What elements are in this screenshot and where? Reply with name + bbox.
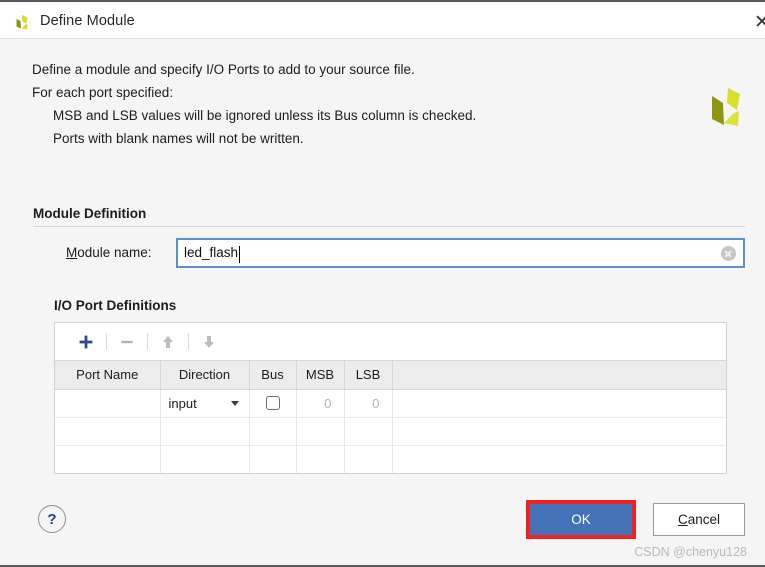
description-line-1: Define a module and specify I/O Ports to… (32, 58, 652, 81)
chevron-down-icon[interactable] (231, 401, 239, 406)
io-port-toolbar (55, 323, 726, 361)
define-module-dialog: Define Module ✕ Define a module and spec… (0, 0, 765, 567)
lsb-value: 0 (353, 390, 384, 417)
xilinx-logo-icon (12, 13, 32, 33)
cell-bus[interactable] (249, 417, 296, 445)
dialog-description: Define a module and specify I/O Ports to… (32, 58, 652, 150)
module-name-label: Module name: (66, 245, 152, 260)
cell-port-name[interactable] (55, 417, 160, 445)
cell-lsb[interactable] (344, 417, 392, 445)
help-button[interactable]: ? (38, 505, 66, 533)
bus-checkbox[interactable] (266, 396, 280, 410)
module-name-value: led_flash (184, 245, 238, 260)
io-port-definitions-header: I/O Port Definitions (54, 298, 176, 313)
column-header-msb[interactable]: MSB (296, 361, 344, 389)
cell-direction[interactable] (160, 445, 249, 473)
cell-msb[interactable]: 0 (296, 389, 344, 417)
cancel-label-rest: ancel (688, 512, 720, 527)
toolbar-separator (147, 333, 148, 350)
table-row[interactable] (55, 445, 726, 473)
cell-direction[interactable]: input (160, 389, 249, 417)
direction-value: input (169, 396, 197, 411)
column-header-lsb[interactable]: LSB (344, 361, 392, 389)
move-port-up-button[interactable] (153, 329, 183, 355)
cell-port-name[interactable] (55, 389, 160, 417)
module-definition-header: Module Definition (33, 206, 146, 221)
cell-msb[interactable] (296, 445, 344, 473)
module-name-label-mnemonic: M (66, 245, 77, 260)
cell-filler (392, 417, 726, 445)
module-definition-section: Module Definition (33, 205, 745, 227)
column-header-port-name[interactable]: Port Name (55, 361, 160, 389)
description-line-2: For each port specified: (32, 81, 652, 104)
close-icon[interactable]: ✕ (749, 10, 765, 34)
move-port-down-button[interactable] (194, 329, 224, 355)
cell-port-name[interactable] (55, 445, 160, 473)
module-name-input[interactable]: led_flash (176, 238, 745, 268)
msb-value: 0 (305, 390, 336, 417)
description-line-4: Ports with blank names will not be writt… (32, 127, 652, 150)
cell-filler (392, 389, 726, 417)
cell-filler (392, 445, 726, 473)
cell-direction[interactable] (160, 417, 249, 445)
module-name-label-rest: odule name: (77, 245, 151, 260)
dialog-title: Define Module (40, 13, 135, 29)
add-port-button[interactable] (71, 329, 101, 355)
table-row[interactable]: input 0 0 (55, 389, 726, 417)
xilinx-brand-logo-icon (698, 86, 744, 134)
toolbar-separator (106, 333, 107, 350)
column-header-filler (392, 361, 726, 389)
section-divider (33, 226, 745, 227)
clear-icon[interactable] (721, 246, 736, 261)
column-header-direction[interactable]: Direction (160, 361, 249, 389)
remove-port-button[interactable] (112, 329, 142, 355)
table-row[interactable] (55, 417, 726, 445)
io-port-table: Port Name Direction Bus MSB LSB input (55, 361, 726, 473)
io-port-table-container: Port Name Direction Bus MSB LSB input (54, 322, 727, 474)
dialog-titlebar: Define Module ✕ (0, 0, 765, 39)
description-line-3: MSB and LSB values will be ignored unles… (32, 104, 652, 127)
module-name-row: Module name: led_flash (33, 238, 745, 270)
cell-bus[interactable] (249, 445, 296, 473)
watermark-text: CSDN @chenyu128 (634, 545, 747, 559)
cell-msb[interactable] (296, 417, 344, 445)
cell-lsb[interactable] (344, 445, 392, 473)
ok-button[interactable]: OK (530, 504, 632, 535)
cell-lsb[interactable]: 0 (344, 389, 392, 417)
text-caret (239, 246, 240, 263)
toolbar-separator (188, 333, 189, 350)
column-header-bus[interactable]: Bus (249, 361, 296, 389)
cancel-button[interactable]: Cancel (653, 503, 745, 536)
cancel-label-mnemonic: C (678, 512, 688, 527)
table-header-row: Port Name Direction Bus MSB LSB (55, 361, 726, 389)
cell-bus[interactable] (249, 389, 296, 417)
